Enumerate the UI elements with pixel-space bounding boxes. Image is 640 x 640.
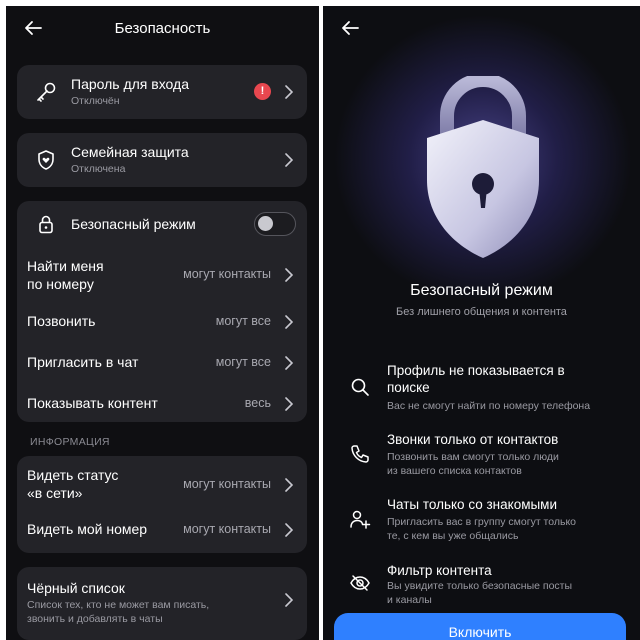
- page-title: Безопасность: [114, 20, 211, 37]
- back-arrow-icon[interactable]: [341, 20, 359, 36]
- feature-title: Чаты только со знакомыми: [387, 497, 558, 512]
- blacklist-card[interactable]: Чёрный список Список тех, кто не может в…: [17, 567, 307, 640]
- alert-badge: !: [254, 83, 271, 100]
- enable-button[interactable]: Включить: [334, 613, 626, 640]
- chevron-right-icon: [285, 523, 293, 537]
- info-row-online-status[interactable]: Видеть статус «в сети» могут контакты: [17, 460, 307, 508]
- chevron-right-icon: [285, 397, 293, 411]
- security-settings-screen: Безопасность Пароль для входа Отключён !…: [6, 6, 319, 640]
- safe-mode-card: Безопасный режим Найти меня по номеру мо…: [17, 201, 307, 422]
- feature-description: Вы увидите только безопасные посты и кан…: [387, 580, 573, 606]
- chevron-right-icon: [285, 478, 293, 492]
- info-row-my-number[interactable]: Видеть мой номер могут контакты: [17, 510, 307, 550]
- shield-lock-illustration: [427, 76, 539, 258]
- info-card: Видеть статус «в сети» могут контакты Ви…: [17, 456, 307, 553]
- safe-mode-toggle[interactable]: [254, 212, 296, 236]
- chevron-right-icon: [285, 593, 293, 607]
- safe-mode-label: Безопасный режим: [71, 216, 196, 232]
- password-label: Пароль для входа: [71, 76, 189, 92]
- setting-value: весь: [244, 396, 271, 410]
- shield-heart-icon: [38, 150, 54, 170]
- add-user-icon: [350, 510, 371, 529]
- blacklist-label: Чёрный список: [27, 580, 125, 596]
- password-status: Отключён: [71, 95, 120, 107]
- chevron-right-icon: [285, 153, 293, 167]
- family-status: Отключена: [71, 163, 126, 175]
- setting-label: Позвонить: [27, 313, 96, 329]
- feature-description: Позвонить вам смогут только люди из ваше…: [387, 451, 559, 477]
- intro-title: Безопасный режим: [410, 282, 553, 299]
- feature-description: Вас не смогут найти по номеру телефона: [387, 400, 591, 412]
- info-label: Видеть статус «в сети»: [27, 467, 119, 501]
- chevron-right-icon: [285, 315, 293, 329]
- search-icon: [351, 378, 369, 396]
- feature-description: Пригласить вас в группу смогут только те…: [387, 516, 576, 542]
- password-card[interactable]: Пароль для входа Отключён !: [17, 65, 307, 119]
- blacklist-description: Список тех, кто не может вам писать, зво…: [27, 599, 210, 625]
- chevron-right-icon: [285, 356, 293, 370]
- settings-row-call[interactable]: Позвонить могут все: [17, 301, 307, 341]
- setting-label: Пригласить в чат: [27, 354, 139, 370]
- key-icon: [37, 82, 56, 102]
- chevron-right-icon: [285, 268, 293, 282]
- eye-off-icon: [350, 575, 370, 591]
- feature-title: Профиль не показывается в поиске: [387, 363, 565, 395]
- info-value: могут контакты: [183, 477, 271, 491]
- settings-row-invite[interactable]: Пригласить в чат могут все: [17, 342, 307, 382]
- info-value: могут контакты: [183, 522, 271, 536]
- feature-title: Звонки только от контактов: [387, 432, 559, 447]
- top-bar: Безопасность: [6, 6, 319, 50]
- family-protection-card[interactable]: Семейная защита Отключена: [17, 133, 307, 187]
- phone-icon: [351, 445, 369, 463]
- family-label: Семейная защита: [71, 144, 189, 160]
- settings-row-find-by-number[interactable]: Найти меня по номеру могут контакты: [17, 251, 307, 297]
- setting-value: могут все: [215, 314, 271, 328]
- section-header-info: ИНФОРМАЦИЯ: [30, 436, 110, 448]
- setting-label: Найти меня по номеру: [27, 258, 104, 292]
- intro-subtitle: Без лишнего общения и контента: [396, 306, 567, 318]
- setting-label: Показывать контент: [27, 395, 158, 411]
- setting-value: могут все: [215, 355, 271, 369]
- safe-mode-row[interactable]: Безопасный режим: [17, 201, 307, 247]
- lock-icon: [39, 215, 53, 234]
- safe-mode-intro-screen: Безопасный режим Без лишнего общения и к…: [323, 6, 640, 640]
- info-label: Видеть мой номер: [27, 521, 148, 537]
- chevron-right-icon: [285, 85, 293, 99]
- feature-title: Фильтр контента: [387, 563, 492, 578]
- settings-row-content[interactable]: Показывать контент весь: [17, 383, 307, 423]
- toggle-knob: [258, 216, 273, 231]
- setting-value: могут контакты: [183, 267, 271, 281]
